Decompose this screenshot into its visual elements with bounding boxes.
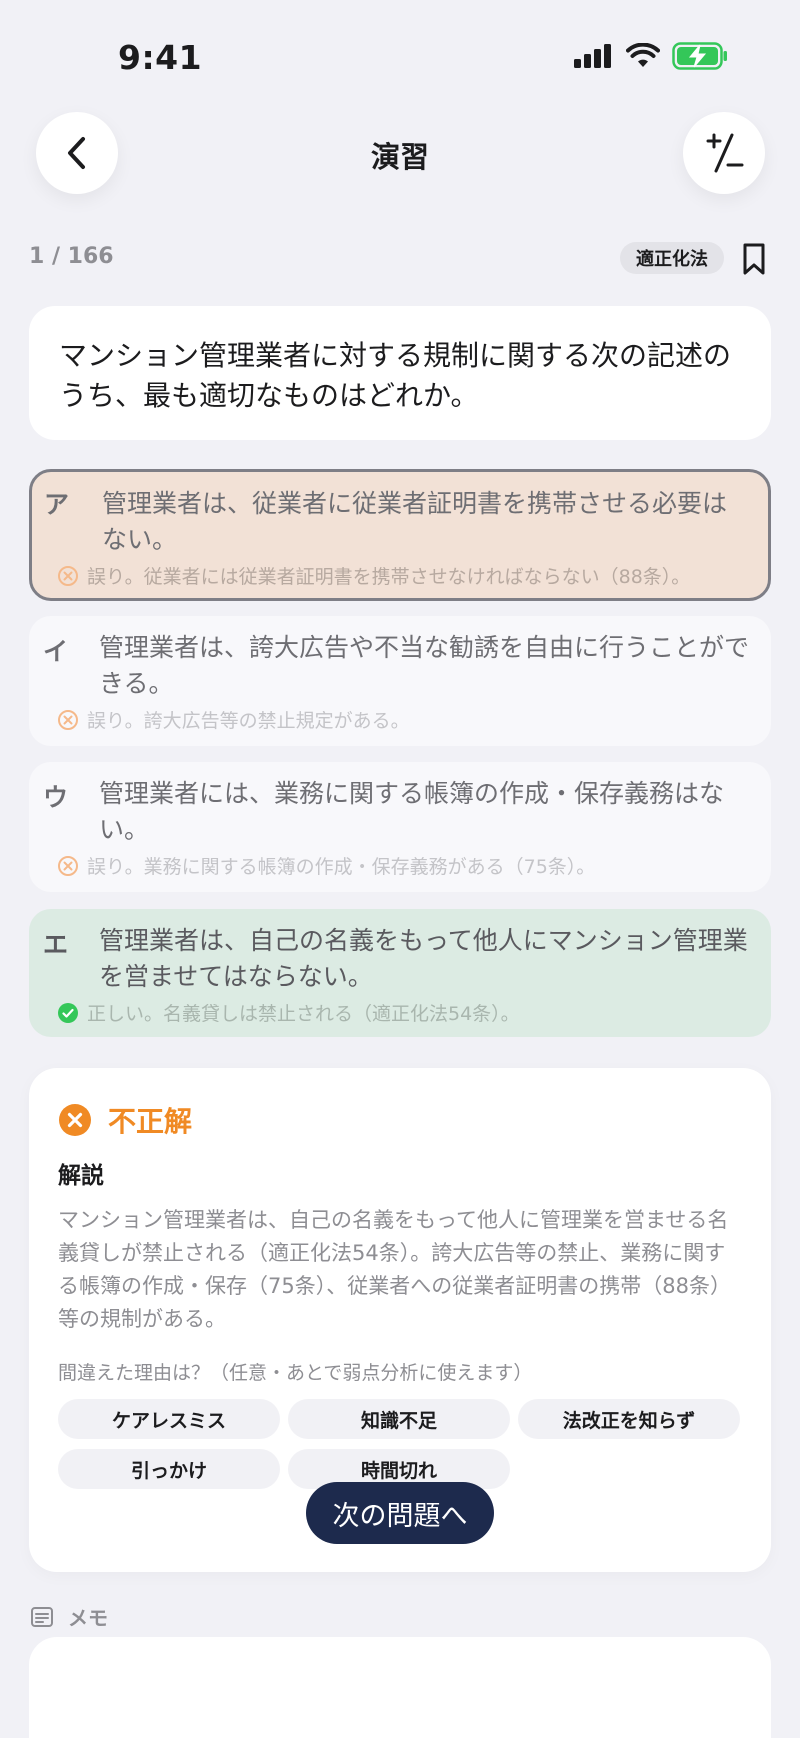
reason-chip-trick[interactable]: 引っかけ	[58, 1449, 280, 1489]
wifi-icon	[626, 43, 660, 67]
wrong-circle-icon	[58, 709, 78, 730]
option-letter: エ	[43, 930, 69, 959]
question-card: マンション管理業者に対する規制に関する次の記述のうち、最も適切なものはどれか。	[29, 306, 771, 440]
option-i[interactable]: イ 管理業者は、誇大広告や不当な勧誘を自由に行うことができる。 誤り。誇大広告等…	[29, 616, 771, 746]
option-feedback-text: 誤り。従業者には従業者証明書を携帯させなければならない（88条）。	[87, 566, 691, 588]
option-text: 管理業者は、誇大広告や不当な勧誘を自由に行うことができる。	[99, 633, 750, 698]
note-icon	[31, 1606, 53, 1627]
question-counter: 1 / 166	[29, 244, 114, 269]
option-feedback: 正しい。名義貸しは禁止される（適正化法54条）。	[57, 999, 751, 1026]
wrong-circle-icon	[58, 565, 78, 586]
option-text: 管理業者には、業務に関する帳簿の作成・保存義務はない。	[99, 779, 725, 844]
option-text: 管理業者は、自己の名義をもって他人にマンション管理業を営ませてはならない。	[99, 926, 748, 991]
incorrect-icon	[59, 1104, 91, 1136]
option-u[interactable]: ウ 管理業者には、業務に関する帳簿の作成・保存義務はない。 誤り。業務に関する帳…	[29, 762, 771, 892]
option-feedback-text: 誤り。誇大広告等の禁止規定がある。	[87, 710, 410, 732]
battery-charging-icon	[672, 42, 727, 70]
law-tag: 適正化法	[620, 242, 724, 274]
status-icons	[574, 42, 728, 70]
option-letter: ウ	[43, 783, 69, 812]
option-feedback: 誤り。従業者には従業者証明書を携帯させなければならない（88条）。	[57, 562, 748, 589]
option-text: 管理業者は、従業者に従業者証明書を携帯させる必要はない。	[102, 489, 728, 554]
status-time: 9:41	[118, 38, 203, 77]
explanation-title: 解説	[58, 1163, 104, 1189]
option-feedback-text: 正しい。名義貸しは禁止される（適正化法54条）。	[87, 1003, 520, 1025]
reason-chips: ケアレスミス 知識不足 法改正を知らず 引っかけ 時間切れ	[58, 1399, 742, 1489]
wrong-circle-icon	[58, 855, 78, 876]
status-bar: 9:41	[0, 0, 800, 110]
next-question-button[interactable]: 次の問題へ	[306, 1482, 494, 1544]
option-a[interactable]: ア 管理業者は、従業者に従業者証明書を携帯させる必要はない。 誤り。従業者には従…	[29, 469, 771, 601]
option-letter: イ	[43, 637, 69, 666]
bookmark-icon	[743, 243, 765, 275]
option-feedback: 誤り。業務に関する帳簿の作成・保存義務がある（75条）。	[57, 852, 751, 879]
reason-question: 間違えた理由は？（任意・あとで弱点分析に使えます）	[58, 1362, 533, 1384]
plus-minus-icon	[706, 133, 744, 173]
practice-screen: 9:41 演習 1 / 166 適正化法 マンション管理業者に対する規制に関する…	[0, 0, 800, 1738]
option-feedback: 誤り。誇大広告等の禁止規定がある。	[57, 706, 751, 733]
result-label: 不正解	[108, 1105, 193, 1138]
memo-header: メモ	[30, 1602, 108, 1631]
memo-input[interactable]	[29, 1637, 771, 1738]
signal-icon	[574, 44, 611, 68]
result-card: 不正解 解説 マンション管理業者は、自己の名義をもって他人に管理業を営ませる名義…	[29, 1068, 771, 1572]
reason-chip-law-change[interactable]: 法改正を知らず	[518, 1399, 740, 1439]
check-circle-icon	[58, 1002, 78, 1023]
plus-minus-button[interactable]	[683, 112, 765, 194]
memo-label: メモ	[68, 1606, 108, 1630]
reason-chip-careless[interactable]: ケアレスミス	[58, 1399, 280, 1439]
option-letter: ア	[44, 490, 70, 519]
result-header: 不正解	[58, 1100, 742, 1140]
explanation-text: マンション管理業者は、自己の名義をもって他人に管理業を営ませる名義貸しが禁止され…	[58, 1208, 731, 1331]
reason-chip-knowledge[interactable]: 知識不足	[288, 1399, 510, 1439]
option-e[interactable]: エ 管理業者は、自己の名義をもって他人にマンション管理業を営ませてはならない。 …	[29, 909, 771, 1037]
option-feedback-text: 誤り。業務に関する帳簿の作成・保存義務がある（75条）。	[87, 856, 596, 878]
page-title: 演習	[370, 140, 429, 174]
bookmark-button[interactable]	[741, 242, 767, 280]
question-text: マンション管理業者に対する規制に関する次の記述のうち、最も適切なものはどれか。	[59, 339, 732, 412]
